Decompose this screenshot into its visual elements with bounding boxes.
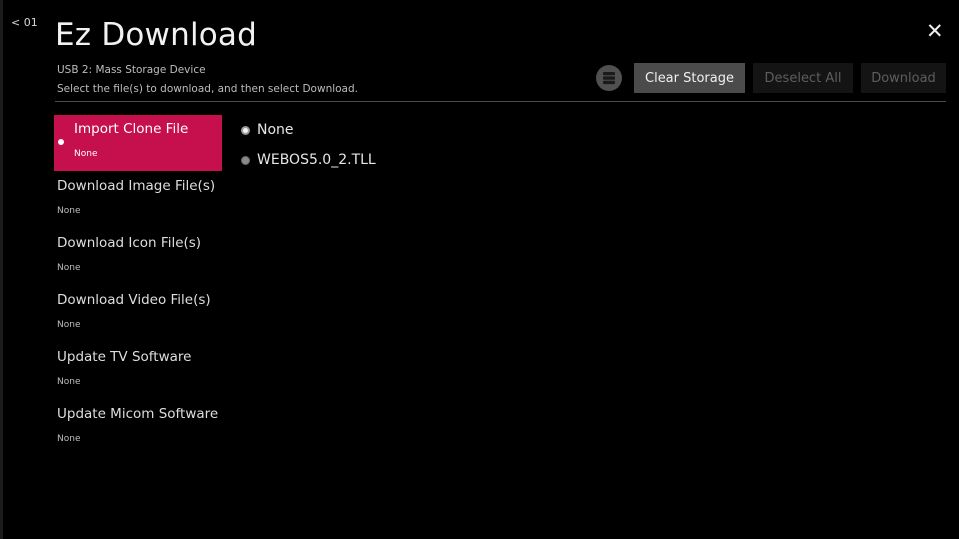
menu-item-import-clone-file[interactable]: Import Clone File None [54, 115, 222, 171]
clear-storage-button[interactable]: Clear Storage [634, 63, 745, 93]
back-button[interactable]: < 01 [11, 16, 38, 29]
page-title: Ez Download [55, 17, 258, 53]
menu-item-download-image-files[interactable]: Download Image File(s) None [54, 172, 222, 228]
menu-item-label: Update Micom Software [57, 406, 219, 422]
menu-item-update-tv-software[interactable]: Update TV Software None [54, 343, 222, 399]
menu-item-value: None [57, 263, 81, 273]
menu-item-download-icon-files[interactable]: Download Icon File(s) None [54, 229, 222, 285]
radio-unselected-icon [241, 155, 250, 165]
radio-selected-icon [241, 125, 250, 135]
menu-item-label: Download Video File(s) [57, 292, 211, 308]
menu-item-download-video-files[interactable]: Download Video File(s) None [54, 286, 222, 342]
option-webos-file[interactable]: WEBOS5.0_2.TLL [241, 150, 376, 170]
deselect-all-button[interactable]: Deselect All [753, 63, 853, 93]
option-none[interactable]: None [241, 120, 294, 140]
instruction-text: Select the file(s) to download, and then… [57, 83, 358, 95]
option-label: WEBOS5.0_2.TLL [257, 152, 376, 168]
menu-item-update-micom-software[interactable]: Update Micom Software None [54, 400, 222, 456]
menu-item-value: None [57, 206, 81, 216]
menu-item-value: None [74, 149, 98, 159]
menu-item-label: Import Clone File [74, 121, 189, 137]
menu-item-value: None [57, 377, 81, 387]
menu-item-value: None [57, 434, 81, 444]
selected-indicator-icon [58, 139, 64, 145]
header-divider [55, 101, 946, 102]
option-label: None [257, 122, 294, 138]
menu-item-label: Download Icon File(s) [57, 235, 202, 251]
menu-item-value: None [57, 320, 81, 330]
menu-item-label: Download Image File(s) [57, 178, 216, 194]
storage-icon[interactable] [596, 65, 622, 91]
device-label: USB 2: Mass Storage Device [57, 64, 206, 76]
menu-item-label: Update TV Software [57, 349, 192, 365]
download-button[interactable]: Download [861, 63, 946, 93]
close-button[interactable]: ✕ [926, 21, 944, 42]
frame-edge [0, 0, 3, 539]
